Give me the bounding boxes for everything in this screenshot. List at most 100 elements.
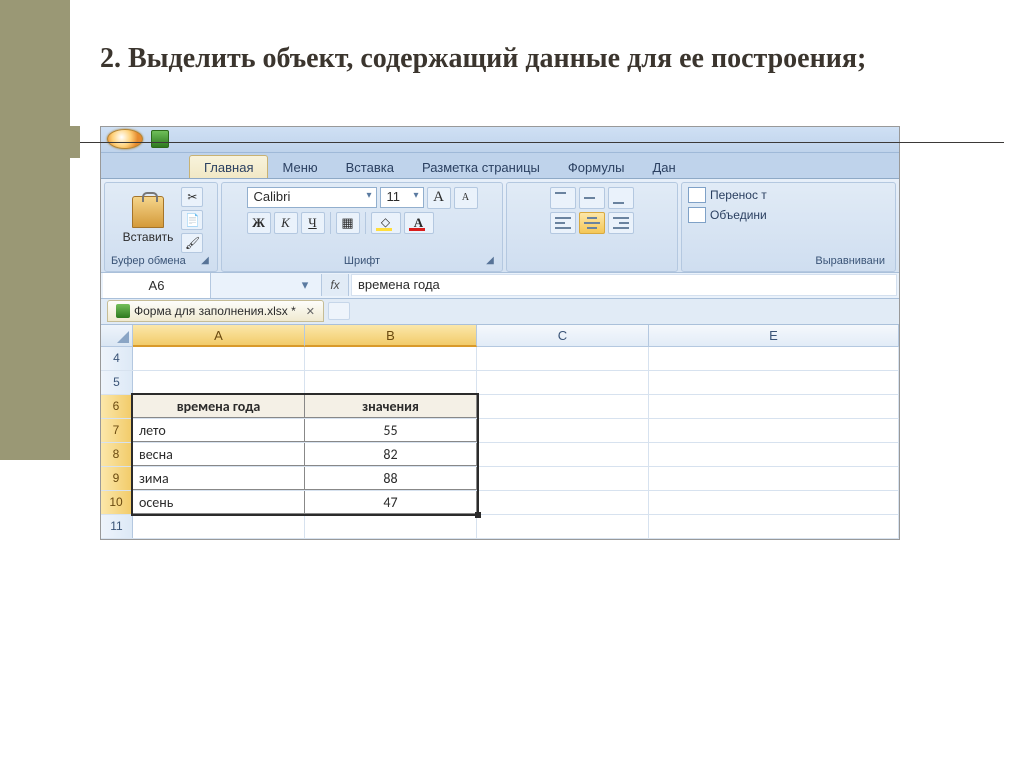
cell-e7[interactable] [649,419,899,442]
col-header-e[interactable]: E [649,325,899,346]
col-header-b[interactable]: B [305,325,477,347]
row-7: 7 лето 55 [101,419,899,443]
close-tab-icon[interactable]: ✕ [306,305,315,318]
wrap-text-button[interactable]: Перенос т [688,187,767,203]
font-name-select[interactable]: Calibri [247,187,377,208]
align-right-button[interactable] [608,212,634,234]
cell-a8[interactable]: весна [133,443,305,466]
italic-button[interactable]: К [274,212,298,234]
cell-c4[interactable] [477,347,649,370]
row-header-7[interactable]: 7 [101,419,133,442]
new-tab-button[interactable] [328,302,350,320]
office-button[interactable] [107,129,143,149]
cell-b7[interactable]: 55 [305,419,477,442]
row-header-5[interactable]: 5 [101,371,133,394]
cell-a7[interactable]: лето [133,419,305,442]
cell-b9[interactable]: 88 [305,467,477,490]
align-middle-button[interactable] [579,187,605,209]
document-tab[interactable]: Форма для заполнения.xlsx * ✕ [107,300,324,322]
grow-font-button[interactable]: A [427,187,451,209]
row-10: 10 осень 47 [101,491,899,515]
cell-a10[interactable]: осень [133,491,305,514]
decor-square [48,126,80,158]
cell-b8[interactable]: 82 [305,443,477,466]
cell-e4[interactable] [649,347,899,370]
shrink-font-button[interactable]: A [454,187,478,209]
name-box[interactable]: A6 [103,273,211,298]
fill-color-button[interactable]: ◇ [371,212,401,234]
cell-c11[interactable] [477,515,649,538]
tab-formulas[interactable]: Формулы [554,156,639,178]
row-header-11[interactable]: 11 [101,515,133,538]
tab-data[interactable]: Дан [638,156,689,178]
cut-button[interactable]: ✂ [181,187,203,207]
font-color-button[interactable]: A [404,212,434,234]
spreadsheet[interactable]: A B C E 4 5 [101,325,899,539]
cell-e8[interactable] [649,443,899,466]
underline-button[interactable]: Ч [301,212,325,234]
cell-b10[interactable]: 47 [305,491,477,514]
row-header-8[interactable]: 8 [101,443,133,466]
alignment-group-label: Выравнивани [688,253,889,269]
tab-page-layout[interactable]: Разметка страницы [408,156,554,178]
merge-button[interactable]: Объедини [688,207,767,223]
border-button[interactable]: ▦ [336,212,360,234]
paste-button[interactable]: Вставить [119,194,178,246]
formula-input[interactable]: времена года [351,274,897,296]
fx-button[interactable]: fx [321,274,349,296]
align-center-button[interactable] [579,212,605,234]
cell-e6[interactable] [649,395,899,418]
cell-b6[interactable]: значения [305,395,477,418]
col-header-a[interactable]: A [133,325,305,347]
row-header-6[interactable]: 6 [101,395,133,418]
align-top-button[interactable] [550,187,576,209]
select-all-corner[interactable] [101,325,133,346]
cell-e11[interactable] [649,515,899,538]
col-header-c[interactable]: C [477,325,649,346]
row-4: 4 [101,347,899,371]
cell-e10[interactable] [649,491,899,514]
cell-a9[interactable]: зима [133,467,305,490]
document-tab-label: Форма для заполнения.xlsx * [134,304,296,318]
font-dialog-launcher[interactable]: ◢ [484,255,496,267]
group-font: Calibri 11 A A Ж К Ч ▦ ◇ [221,182,503,272]
tab-home[interactable]: Главная [189,155,268,178]
copy-button[interactable]: 📄 [181,210,203,230]
tab-insert[interactable]: Вставка [332,156,408,178]
tab-menu[interactable]: Меню [268,156,331,178]
row-header-4[interactable]: 4 [101,347,133,370]
cell-b5[interactable] [305,371,477,394]
clipboard-dialog-launcher[interactable]: ◢ [199,255,211,267]
row-header-9[interactable]: 9 [101,467,133,490]
cell-c10[interactable] [477,491,649,514]
ribbon-tabs: Главная Меню Вставка Разметка страницы Ф… [101,153,899,179]
cell-b11[interactable] [305,515,477,538]
cell-b4[interactable] [305,347,477,370]
cell-a4[interactable] [133,347,305,370]
cell-a5[interactable] [133,371,305,394]
group-alignment: Перенос т Объедини Выравнивани [681,182,896,272]
workbook-icon [116,304,130,318]
cell-c9[interactable] [477,467,649,490]
bold-button[interactable]: Ж [247,212,271,234]
font-size-select[interactable]: 11 [380,187,424,208]
cell-e5[interactable] [649,371,899,394]
wrap-text-icon [688,187,706,203]
format-painter-button[interactable]: 🖌 [181,233,203,253]
align-bottom-button[interactable] [608,187,634,209]
cell-c7[interactable] [477,419,649,442]
row-header-10[interactable]: 10 [101,491,133,514]
cell-c5[interactable] [477,371,649,394]
cell-c8[interactable] [477,443,649,466]
rows: 4 5 6 времена года значения [101,347,899,539]
cell-e9[interactable] [649,467,899,490]
row-5: 5 [101,371,899,395]
name-box-dropdown[interactable]: ▾ [297,277,313,293]
align-left-button[interactable] [550,212,576,234]
cell-a6[interactable]: времена года [133,395,305,418]
clipboard-group-label: Буфер обмена [111,255,186,267]
cell-c6[interactable] [477,395,649,418]
cell-a11[interactable] [133,515,305,538]
align-spacer [513,253,671,269]
excel-icon [151,130,169,148]
